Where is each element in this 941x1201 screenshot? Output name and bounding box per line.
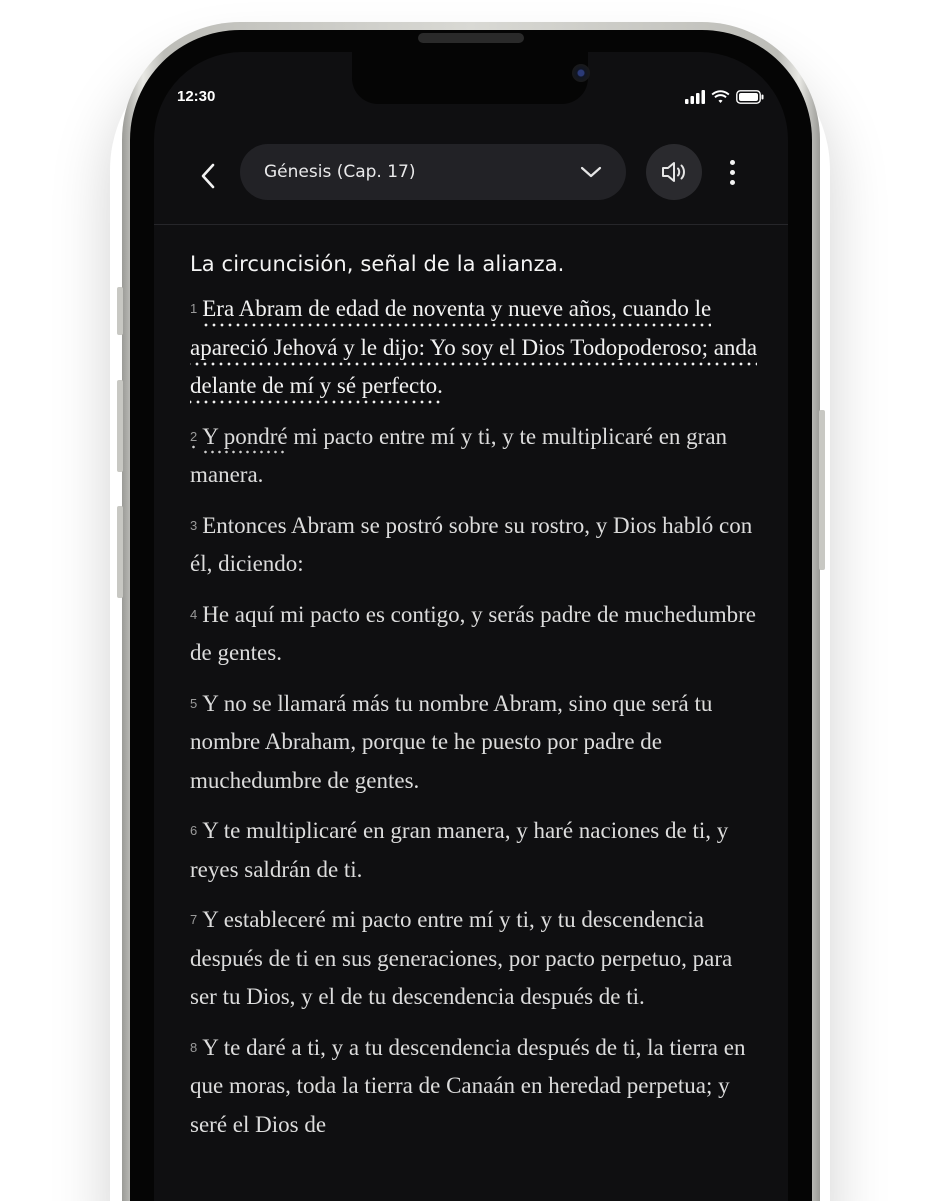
verse-number: 6 <box>190 823 198 838</box>
phone-screen: 12:30 Génesis (Cap. 17) La circuncisión,… <box>154 52 788 1201</box>
side-button-volume-up <box>117 380 123 472</box>
back-button[interactable] <box>190 158 226 194</box>
battery-icon <box>736 90 764 104</box>
verse-5[interactable]: 5Y no se llamará más tu nombre Abram, si… <box>190 685 760 801</box>
verse-2[interactable]: 2Y pondré mi pacto entre mí y ti, y te m… <box>190 418 760 495</box>
verse-8[interactable]: 8Y te daré a ti, y a tu descendencia des… <box>190 1029 760 1145</box>
side-button-mute <box>117 287 123 335</box>
verse-number: 1 <box>190 301 198 316</box>
verse-6[interactable]: 6Y te multiplicaré en gran manera, y har… <box>190 812 760 889</box>
verse-number: 2 <box>190 428 198 449</box>
verse-text: Y te daré a ti, y a tu descendencia desp… <box>190 1034 746 1137</box>
section-title: La circuncisión, señal de la alianza. <box>190 252 565 276</box>
earpiece-speaker <box>418 33 524 43</box>
reader-header: Génesis (Cap. 17) <box>154 142 788 226</box>
audio-button[interactable] <box>646 144 702 200</box>
status-icons <box>685 90 764 104</box>
verse-number: 7 <box>190 912 198 927</box>
chapter-selector[interactable]: Génesis (Cap. 17) <box>240 144 626 200</box>
verse-number: 3 <box>190 517 198 533</box>
chevron-down-icon <box>580 166 602 178</box>
verse-text: Era Abram de edad de noventa y nueve año… <box>190 296 758 404</box>
verse-text: Y no se llamará más tu nombre Abram, sin… <box>190 690 713 793</box>
verse-4[interactable]: 4 He aquí mi pacto es contigo, y serás pa… <box>190 596 760 673</box>
verse-text: Y te multiplicaré en gran manera, y haré… <box>190 818 729 882</box>
front-camera-icon <box>572 64 590 82</box>
chapter-content: La circuncisión, señal de la alianza. 1E… <box>190 252 760 1156</box>
side-button-volume-down <box>117 506 123 598</box>
signal-icon <box>685 90 705 104</box>
verse-number: 5 <box>190 695 198 711</box>
back-chevron-icon <box>201 163 215 189</box>
verse-7[interactable]: 7Y estableceré mi pacto entre mí y ti, y… <box>190 901 760 1017</box>
verse-text: He aquí mi pacto es contigo, y serás pad… <box>190 601 756 666</box>
header-divider <box>154 224 788 225</box>
wifi-icon <box>711 90 730 103</box>
verse-text: Entonces Abram se postró sobre su rostro… <box>190 512 753 577</box>
verse-3[interactable]: 3 Entonces Abram se postró sobre su rostr… <box>190 507 760 584</box>
verse-text-marked: Y pondré <box>202 423 288 454</box>
side-button-power <box>819 410 825 570</box>
verse-number: 4 <box>190 606 198 622</box>
more-vertical-icon[interactable] <box>720 154 744 190</box>
notch <box>352 52 590 104</box>
verse-1[interactable]: 1 Era Abram de edad de noventa y nueve añ… <box>190 290 760 406</box>
verse-number: 8 <box>190 1039 198 1055</box>
status-time: 12:30 <box>177 88 216 105</box>
speaker-icon <box>662 162 685 182</box>
chapter-label: Génesis (Cap. 17) <box>264 162 416 182</box>
verse-text: Y estableceré mi pacto entre mí y ti, y … <box>190 907 733 1009</box>
